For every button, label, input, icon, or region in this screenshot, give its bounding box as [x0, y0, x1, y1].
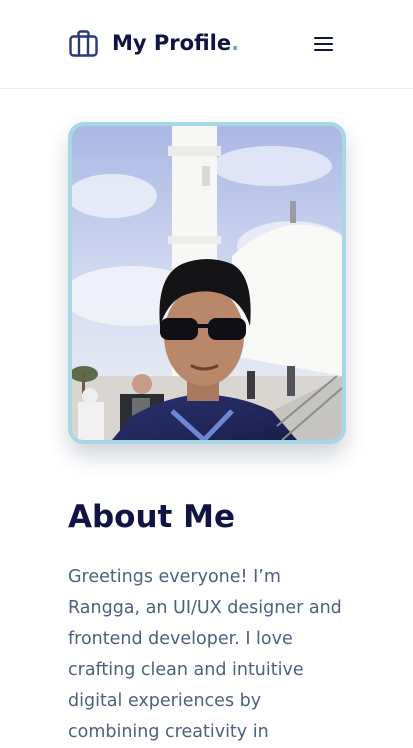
profile-photo-image: [72, 126, 342, 440]
hamburger-line-middle: [314, 43, 333, 45]
brand-dot: .: [231, 31, 240, 55]
profile-photo: [68, 122, 346, 444]
brand-logo-link[interactable]: My Profile.: [68, 28, 239, 59]
brand-name-text: My Profile: [112, 31, 232, 55]
about-description: Greetings everyone! I’m Rangga, an UI/UX…: [68, 567, 342, 742]
hamburger-menu-button[interactable]: [310, 30, 338, 58]
hamburger-line-bottom: [314, 49, 333, 51]
top-navbar: My Profile.: [0, 0, 413, 89]
about-heading: About Me: [68, 499, 236, 535]
hamburger-menu-icon: [314, 37, 333, 39]
brand-name: My Profile.: [112, 28, 239, 59]
briefcase-icon: [68, 28, 99, 59]
